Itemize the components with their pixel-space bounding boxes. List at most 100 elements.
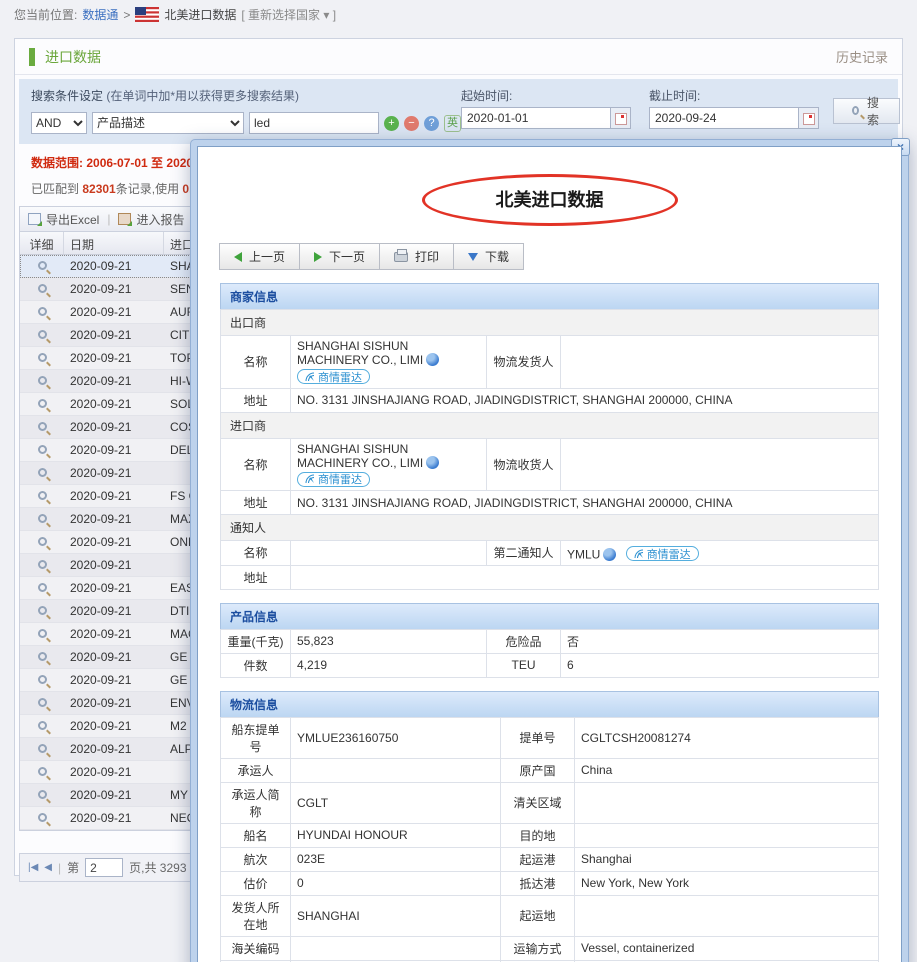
row-date: 2020-09-21 xyxy=(64,443,164,457)
breadcrumb-home-link[interactable]: 数据通 xyxy=(82,6,118,23)
download-button[interactable]: 下载 xyxy=(453,243,524,270)
product-section: 产品信息 重量(千克)55,823危险品否件数4,219TEU6 xyxy=(220,603,879,678)
row-detail-magnifier-icon[interactable] xyxy=(20,627,64,641)
end-date-input[interactable] xyxy=(649,107,799,129)
globe-icon[interactable] xyxy=(426,456,439,469)
row-detail-magnifier-icon[interactable] xyxy=(20,673,64,687)
report-icon xyxy=(118,213,131,225)
row-detail-magnifier-icon[interactable] xyxy=(20,328,64,342)
row-detail-magnifier-icon[interactable] xyxy=(20,604,64,618)
row-detail-magnifier-icon[interactable] xyxy=(20,512,64,526)
col-header-date[interactable]: 日期 xyxy=(64,232,164,254)
page-label: 第 xyxy=(67,859,79,876)
exporter-address: NO. 3131 JINSHAJIANG ROAD, JIADINGDISTRI… xyxy=(291,388,879,412)
field-value: CGLT xyxy=(291,782,501,823)
field-value: CGLTCSH20081274 xyxy=(575,717,879,758)
globe-icon[interactable] xyxy=(426,353,439,366)
field-label: 航次 xyxy=(221,847,291,871)
help-button[interactable]: ? xyxy=(424,116,439,131)
row-detail-magnifier-icon[interactable] xyxy=(20,259,64,273)
modal-button-bar: 上一页 下一页 打印 下载 xyxy=(220,243,524,270)
row-detail-magnifier-icon[interactable] xyxy=(20,696,64,710)
detail-row: 承运人简称CGLT清关区域 xyxy=(221,782,879,823)
importer-addr-row: 地址 NO. 3131 JINSHAJIANG ROAD, JIADINGDIS… xyxy=(221,491,879,515)
end-date-calendar-icon[interactable] xyxy=(799,107,819,129)
field-label: 船名 xyxy=(221,823,291,847)
row-detail-magnifier-icon[interactable] xyxy=(20,719,64,733)
detail-modal: × 北美进口数据 上一页 下一页 打印 下载 xyxy=(190,139,909,962)
row-detail-magnifier-icon[interactable] xyxy=(20,558,64,572)
row-date: 2020-09-21 xyxy=(64,558,164,572)
field-label: 承运人简称 xyxy=(221,782,291,823)
title-accent-bar xyxy=(29,48,35,66)
row-detail-magnifier-icon[interactable] xyxy=(20,351,64,365)
row-date: 2020-09-21 xyxy=(64,397,164,411)
history-link[interactable]: 历史记录 xyxy=(836,47,888,66)
prev-page-record-button[interactable]: 上一页 xyxy=(219,243,300,270)
field-label: 目的地 xyxy=(501,823,575,847)
row-detail-magnifier-icon[interactable] xyxy=(20,650,64,664)
field-label: 起运地 xyxy=(501,895,575,936)
globe-icon[interactable] xyxy=(603,548,616,561)
field-label: 件数 xyxy=(221,653,291,677)
radar-badge[interactable]: 商情雷达 xyxy=(297,369,370,384)
page-number-input[interactable] xyxy=(85,858,123,877)
reselect-country-dropdown[interactable]: [ 重新选择国家 ▾ ] xyxy=(241,6,336,23)
end-date-label: 截止时间: xyxy=(649,87,819,104)
row-detail-magnifier-icon[interactable] xyxy=(20,443,64,457)
row-detail-magnifier-icon[interactable] xyxy=(20,535,64,549)
notify-name-row: 名称 第二通知人 YMLU 商情雷达 xyxy=(221,541,879,566)
blue-down-arrow-icon xyxy=(468,253,478,261)
export-excel-button[interactable]: 导出Excel xyxy=(28,211,99,228)
row-date: 2020-09-21 xyxy=(64,604,164,618)
row-detail-magnifier-icon[interactable] xyxy=(20,765,64,779)
radar-badge[interactable]: 商情雷达 xyxy=(297,472,370,487)
print-button[interactable]: 打印 xyxy=(379,243,454,270)
bool-operator-select[interactable]: AND xyxy=(31,112,87,134)
row-detail-magnifier-icon[interactable] xyxy=(20,420,64,434)
start-date-calendar-icon[interactable] xyxy=(611,107,631,129)
search-button[interactable]: 搜索 xyxy=(833,98,900,124)
add-condition-button[interactable]: + xyxy=(384,116,399,131)
field-value xyxy=(291,936,501,960)
row-detail-magnifier-icon[interactable] xyxy=(20,788,64,802)
field-value: YMLUE236160750 xyxy=(291,717,501,758)
importer-name[interactable]: SHANGHAI SISHUN MACHINERY CO., LIMI xyxy=(297,442,423,470)
row-detail-magnifier-icon[interactable] xyxy=(20,397,64,411)
row-detail-magnifier-icon[interactable] xyxy=(20,742,64,756)
row-detail-magnifier-icon[interactable] xyxy=(20,489,64,503)
row-date: 2020-09-21 xyxy=(64,535,164,549)
field-label: 船东提单号 xyxy=(221,717,291,758)
field-label: 估价 xyxy=(221,871,291,895)
search-button-label: 搜索 xyxy=(867,94,881,128)
start-date-input[interactable] xyxy=(461,107,611,129)
first-page-button[interactable]: |◀ xyxy=(28,862,38,873)
prev-page-button[interactable]: ◀ xyxy=(44,862,52,873)
field-label: TEU xyxy=(487,653,561,677)
radar-badge[interactable]: 商情雷达 xyxy=(626,546,699,561)
row-detail-magnifier-icon[interactable] xyxy=(20,581,64,595)
row-detail-magnifier-icon[interactable] xyxy=(20,374,64,388)
enter-report-button[interactable]: 进入报告 xyxy=(118,211,184,228)
exporter-name[interactable]: SHANGHAI SISHUN MACHINERY CO., LIMI xyxy=(297,339,423,367)
col-header-detail[interactable]: 详细 xyxy=(20,232,64,254)
row-detail-magnifier-icon[interactable] xyxy=(20,305,64,319)
row-date: 2020-09-21 xyxy=(64,374,164,388)
start-date-label: 起始时间: xyxy=(461,87,631,104)
search-field-select[interactable]: 产品描述 xyxy=(92,112,244,134)
next-page-record-button[interactable]: 下一页 xyxy=(299,243,380,270)
search-icon xyxy=(852,106,859,115)
field-label: 起运港 xyxy=(501,847,575,871)
field-label: 承运人 xyxy=(221,758,291,782)
breadcrumb-prefix: 您当前位置: xyxy=(14,6,77,23)
english-toggle-button[interactable]: 英 xyxy=(444,115,461,132)
row-detail-magnifier-icon[interactable] xyxy=(20,466,64,480)
second-notify-value[interactable]: YMLU xyxy=(567,548,600,562)
field-value: China xyxy=(575,758,879,782)
row-detail-magnifier-icon[interactable] xyxy=(20,811,64,825)
field-value: 4,219 xyxy=(291,653,487,677)
remove-condition-button[interactable]: − xyxy=(404,116,419,131)
search-conditions-box: 搜索条件设定 (在单词中加*用以获得更多搜索结果) AND 产品描述 + − ?… xyxy=(19,79,898,144)
keyword-input[interactable] xyxy=(249,112,379,134)
row-detail-magnifier-icon[interactable] xyxy=(20,282,64,296)
